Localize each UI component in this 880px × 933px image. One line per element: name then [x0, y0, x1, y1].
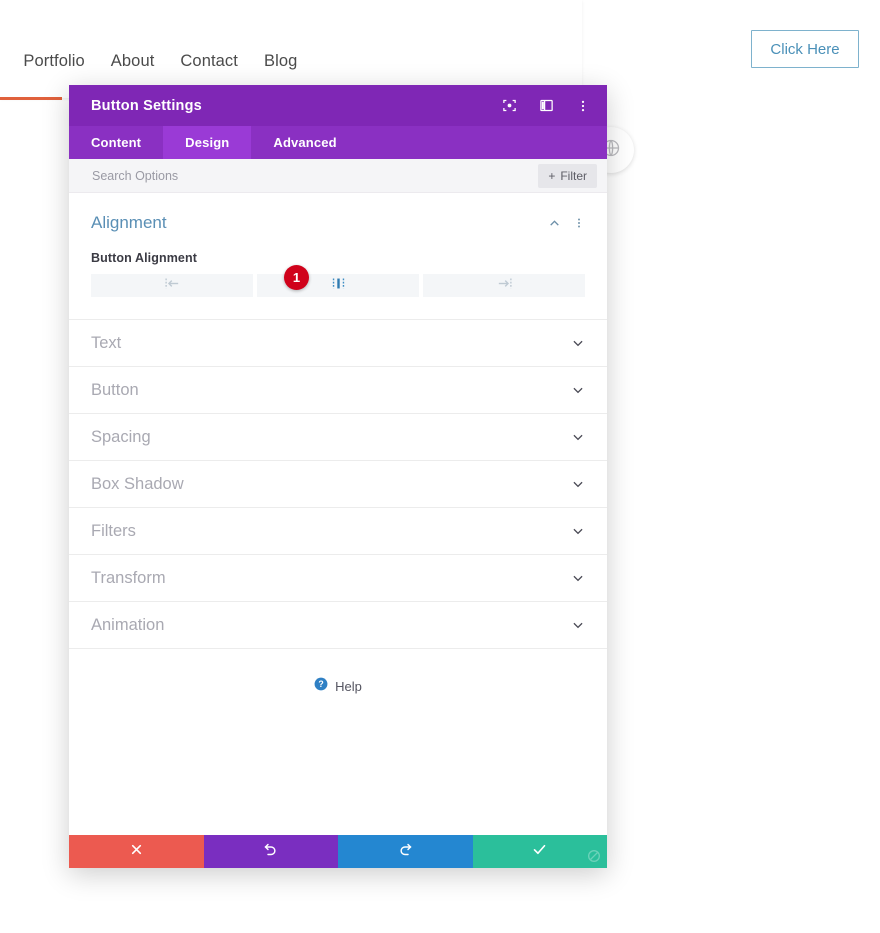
section-text[interactable]: Text: [69, 320, 607, 367]
section-filters[interactable]: Filters: [69, 508, 607, 555]
cancel-button[interactable]: [69, 835, 204, 868]
tab-design[interactable]: Design: [163, 126, 252, 159]
tab-advanced[interactable]: Advanced: [251, 126, 358, 159]
align-center-icon: [330, 277, 347, 295]
click-here-button[interactable]: Click Here: [751, 30, 859, 68]
screenshot-root: rices Portfolio About Contact Blog Click…: [0, 0, 880, 933]
resize-handle-icon[interactable]: [584, 846, 604, 866]
svg-text:?: ?: [318, 679, 323, 689]
nav-link-about[interactable]: About: [111, 52, 155, 71]
align-center-option[interactable]: [257, 274, 419, 297]
nav-link-portfolio[interactable]: Portfolio: [23, 52, 84, 71]
align-right-icon: [496, 277, 513, 295]
align-right-option[interactable]: [423, 274, 585, 297]
section-box-shadow-label: Box Shadow: [91, 474, 184, 493]
section-spacing-label: Spacing: [91, 427, 151, 446]
section-animation[interactable]: Animation: [69, 602, 607, 649]
section-spacing[interactable]: Spacing: [69, 414, 607, 461]
plus-icon: +: [548, 168, 556, 183]
chevron-down-icon: [571, 477, 585, 491]
section-text-label: Text: [91, 333, 122, 352]
chevron-down-icon: [571, 430, 585, 444]
modal-titlebar: Button Settings: [69, 85, 607, 126]
search-options-input[interactable]: [92, 168, 392, 183]
section-button-label: Button: [91, 380, 139, 399]
nav-link-contact[interactable]: Contact: [180, 52, 238, 71]
filter-button[interactable]: + Filter: [538, 163, 597, 188]
undo-icon: [263, 842, 278, 862]
chevron-up-icon[interactable]: [548, 217, 561, 230]
undo-button[interactable]: [203, 835, 338, 868]
modal-titlebar-actions: [499, 96, 593, 116]
click-here-label: Click Here: [770, 40, 840, 58]
button-alignment-label: Button Alignment: [91, 251, 197, 265]
align-left-icon: [164, 277, 181, 295]
site-navigation: rices Portfolio About Contact Blog: [0, 52, 297, 71]
button-alignment-control: 1: [91, 265, 585, 297]
section-button[interactable]: Button: [69, 367, 607, 414]
step-badge-1: 1: [284, 265, 309, 290]
section-transform-label: Transform: [91, 568, 166, 587]
help-label: Help: [335, 679, 362, 694]
section-alignment-tools: [548, 217, 585, 230]
modal-body: Alignment Button Alignment 1 Text Button…: [69, 193, 607, 835]
redo-button[interactable]: [338, 835, 473, 868]
redo-icon: [398, 842, 413, 862]
chevron-down-icon: [571, 383, 585, 397]
button-settings-modal: Button Settings Content Design Advanced …: [69, 85, 607, 868]
modal-footer: [69, 835, 607, 868]
section-alignment-header[interactable]: Alignment: [91, 213, 585, 233]
more-vertical-icon[interactable]: [573, 96, 593, 116]
modal-title: Button Settings: [91, 97, 202, 114]
site-header-band: [0, 0, 582, 98]
section-transform[interactable]: Transform: [69, 555, 607, 602]
nav-link-blog[interactable]: Blog: [264, 52, 297, 71]
check-icon: [532, 842, 547, 862]
filter-button-label: Filter: [560, 168, 587, 183]
focus-target-icon[interactable]: [499, 96, 519, 116]
section-filters-label: Filters: [91, 521, 136, 540]
modal-tabs: Content Design Advanced: [69, 126, 607, 159]
close-icon: [130, 843, 143, 861]
help-row[interactable]: ? Help: [69, 649, 607, 696]
header-accent-line: [0, 97, 62, 100]
chevron-down-icon: [571, 618, 585, 632]
help-circle-icon: ?: [314, 677, 328, 696]
layout-panel-icon[interactable]: [536, 96, 556, 116]
section-animation-label: Animation: [91, 615, 165, 634]
chevron-down-icon: [571, 571, 585, 585]
more-vertical-icon[interactable]: [573, 217, 585, 229]
section-alignment-title: Alignment: [91, 213, 167, 232]
align-left-option[interactable]: [91, 274, 253, 297]
section-box-shadow[interactable]: Box Shadow: [69, 461, 607, 508]
chevron-down-icon: [571, 336, 585, 350]
chevron-down-icon: [571, 524, 585, 538]
section-alignment: Alignment Button Alignment 1: [69, 193, 607, 320]
search-options-bar: + Filter: [69, 159, 607, 193]
tab-content[interactable]: Content: [69, 126, 163, 159]
